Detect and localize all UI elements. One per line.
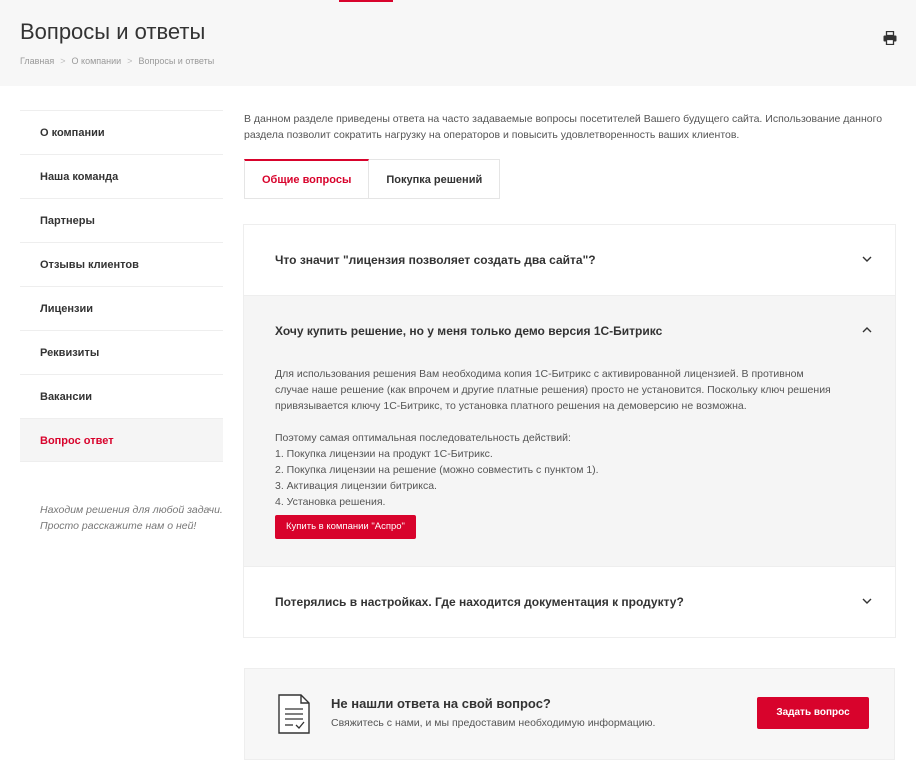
faq-item: Потерялись в настройках. Где находится д… (244, 567, 895, 637)
sidebar-note-line2: Просто расскажите нам о ней! (40, 520, 197, 532)
breadcrumb: Главная > О компании > Вопросы и ответы (20, 56, 214, 66)
sidebar-item-licenses[interactable]: Лицензии (20, 286, 223, 330)
faq-answer-step: 2. Покупка лицензии на решение (можно со… (275, 464, 599, 476)
sidebar-item-partners[interactable]: Партнеры (20, 198, 223, 242)
sidebar-item-about[interactable]: О компании (20, 110, 223, 154)
page-title: Вопросы и ответы (20, 19, 206, 44)
faq-answer-step: 1. Покупка лицензии на продукт 1С-Битрик… (275, 448, 493, 460)
sidebar: О компании Наша команда Партнеры Отзывы … (20, 110, 223, 462)
chevron-down-icon (862, 598, 872, 604)
breadcrumb-home[interactable]: Главная (20, 56, 54, 66)
breadcrumb-separator-icon: > (127, 56, 133, 66)
faq-answer-steps: Поэтому самая оптимальная последовательн… (275, 430, 835, 510)
faq-question[interactable]: Что значит "лицензия позволяет создать д… (244, 225, 895, 295)
sidebar-item-requisites[interactable]: Реквизиты (20, 330, 223, 374)
faq-question-text: Хочу купить решение, но у меня только де… (275, 324, 663, 338)
faq-question-text: Что значит "лицензия позволяет создать д… (275, 253, 596, 267)
faq-answer: Для использования решения Вам необходима… (244, 366, 895, 566)
sidebar-note: Находим решения для любой задачи. Просто… (40, 502, 230, 534)
faq-item: Что значит "лицензия позволяет создать д… (244, 225, 895, 296)
breadcrumb-about[interactable]: О компании (72, 56, 122, 66)
document-check-icon (278, 694, 310, 734)
tab-general-questions[interactable]: Общие вопросы (244, 159, 370, 199)
faq-question-text: Потерялись в настройках. Где находится д… (275, 595, 684, 609)
breadcrumb-current: Вопросы и ответы (138, 56, 215, 66)
faq-item-open: Хочу купить решение, но у меня только де… (244, 296, 895, 567)
chevron-down-icon (862, 256, 872, 262)
chevron-up-icon (862, 327, 872, 333)
faq-accordion: Что значит "лицензия позволяет создать д… (243, 224, 896, 638)
faq-question[interactable]: Хочу купить решение, но у меня только де… (244, 296, 895, 366)
page-header: Вопросы и ответы Главная > О компании > … (0, 0, 916, 86)
tabs: Общие вопросы Покупка решений (244, 159, 501, 199)
cta-text: Свяжитесь с нами, и мы предоставим необх… (331, 717, 656, 729)
faq-question[interactable]: Потерялись в настройках. Где находится д… (244, 567, 895, 637)
faq-answer-step: 4. Установка решения. (275, 496, 386, 508)
cta-title: Не нашли ответа на свой вопрос? (331, 696, 551, 711)
sidebar-item-team[interactable]: Наша команда (20, 154, 223, 198)
ask-question-banner: Не нашли ответа на свой вопрос? Свяжитес… (244, 668, 895, 760)
header-accent-line (339, 0, 393, 2)
faq-answer-steps-intro: Поэтому самая оптимальная последовательн… (275, 432, 571, 444)
sidebar-note-line1: Находим решения для любой задачи. (40, 504, 223, 516)
breadcrumb-separator-icon: > (60, 56, 66, 66)
faq-answer-paragraph: Для использования решения Вам необходима… (275, 368, 831, 412)
tab-buying-solutions[interactable]: Покупка решений (369, 159, 501, 199)
faq-answer-step: 3. Активация лицензии битрикса. (275, 480, 437, 492)
printer-icon[interactable] (883, 31, 897, 45)
sidebar-item-faq[interactable]: Вопрос ответ (20, 418, 223, 462)
ask-question-button[interactable]: Задать вопрос (757, 697, 869, 729)
sidebar-item-vacancies[interactable]: Вакансии (20, 374, 223, 418)
intro-text: В данном разделе приведены ответа на час… (244, 113, 883, 141)
sidebar-item-reviews[interactable]: Отзывы клиентов (20, 242, 223, 286)
buy-from-aspro-button[interactable]: Купить в компании "Аспро" (275, 515, 416, 539)
